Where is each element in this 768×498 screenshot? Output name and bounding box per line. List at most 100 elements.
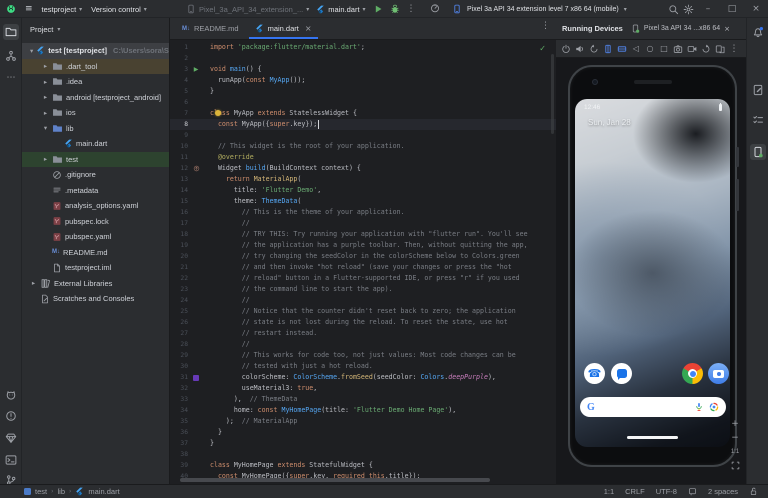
code-line[interactable]: 9 — [170, 130, 556, 141]
horizontal-scrollbar[interactable] — [170, 478, 556, 483]
chevron-collapsed-icon[interactable]: ▸ — [30, 279, 37, 287]
code-line[interactable]: 38 — [170, 449, 556, 460]
tree-item-README.md[interactable]: M↓README.md — [22, 245, 169, 261]
tree-item-.metadata[interactable]: .metadata — [22, 183, 169, 199]
overriding-method-gutter-icon[interactable] — [191, 163, 201, 174]
code-line[interactable]: 14 title: 'Flutter Demo', — [170, 185, 556, 196]
code-line[interactable]: 31 colorScheme: ColorScheme.fromSeed(see… — [170, 372, 556, 383]
stripe-button-logcat[interactable] — [3, 386, 19, 402]
code-line[interactable]: 24 // — [170, 295, 556, 306]
code-line[interactable]: 6 — [170, 97, 556, 108]
run-configuration-selector[interactable]: main.dart ▾ — [316, 5, 365, 14]
code-line[interactable]: 19 // the application has a purple toolb… — [170, 240, 556, 251]
close-tab-icon[interactable]: × — [305, 24, 312, 33]
phone-app-icon[interactable]: ☎ — [584, 363, 605, 384]
code-line[interactable]: 7class MyApp extends StatelessWidget { — [170, 108, 556, 119]
intention-bulb-icon[interactable] — [215, 110, 221, 116]
messages-app-icon[interactable] — [611, 363, 632, 384]
zoom-reset-button[interactable]: 1:1 — [731, 446, 739, 457]
code-line[interactable]: 35 ); // MaterialApp — [170, 416, 556, 427]
code-line[interactable]: 15 theme: ThemeData( — [170, 196, 556, 207]
record-icon[interactable] — [686, 43, 698, 55]
chevron-collapsed-icon[interactable]: ▸ — [42, 109, 49, 117]
stripe-button-project-folder[interactable] — [3, 24, 19, 40]
tree-item-testproject.iml[interactable]: testproject.iml — [22, 260, 169, 276]
tree-item-.idea[interactable]: ▸.idea — [22, 74, 169, 90]
chevron-expanded-icon[interactable]: ▾ — [30, 47, 33, 55]
code-line[interactable]: 10 // This widget is the root of your ap… — [170, 141, 556, 152]
more-actions-icon[interactable]: ⋮ — [407, 4, 416, 14]
code-line[interactable]: 2 — [170, 53, 556, 64]
tree-item-analysis_options.yaml[interactable]: analysis_options.yaml — [22, 198, 169, 214]
multi-display-icon[interactable] — [714, 43, 726, 55]
version-control-button[interactable]: Version control ▾ — [91, 5, 147, 14]
code-line[interactable]: 29 // This works for code too, not just … — [170, 350, 556, 361]
overview-icon[interactable]: □ — [658, 43, 670, 55]
stripe-button-layout-inspector[interactable] — [750, 82, 766, 98]
camera-app-icon[interactable] — [708, 363, 729, 384]
stripe-button-more-horizontal[interactable]: ⋯ — [3, 70, 19, 86]
home-icon[interactable]: ○ — [644, 43, 656, 55]
code-line[interactable]: 36 } — [170, 427, 556, 438]
code-line[interactable]: 13 return MaterialApp( — [170, 174, 556, 185]
tree-item-.gitignore[interactable]: .gitignore — [22, 167, 169, 183]
editor-tab-README.md[interactable]: M↓README.md — [174, 18, 247, 39]
phone-screen[interactable]: 12:46 Sun, Jan 28 ☎ G — [575, 99, 730, 447]
chevron-collapsed-icon[interactable]: ▸ — [42, 62, 49, 70]
stripe-button-notifications[interactable] — [750, 24, 766, 40]
tree-item-main.dart[interactable]: main.dart — [22, 136, 169, 152]
chevron-collapsed-icon[interactable]: ▸ — [42, 78, 49, 86]
chrome-app-icon[interactable] — [682, 363, 703, 384]
file-encoding-widget[interactable]: UTF-8 — [656, 487, 677, 496]
window-minimize-button[interactable]: – — [698, 0, 718, 18]
zoom-in-button[interactable]: + — [731, 418, 739, 429]
editor-tab-main.dart[interactable]: main.dart× — [247, 18, 320, 39]
home-indicator[interactable] — [627, 436, 678, 439]
code-line[interactable]: 3▶void main() { — [170, 64, 556, 75]
tree-item-pubspec.lock[interactable]: pubspec.lock — [22, 214, 169, 230]
tree-item-ios[interactable]: ▸ios — [22, 105, 169, 121]
code-line[interactable]: 11 @override — [170, 152, 556, 163]
code-line[interactable]: 4 runApp(const MyApp()); — [170, 75, 556, 86]
tree-item-test[interactable]: ▸test — [22, 152, 169, 168]
code-line[interactable]: 33 ), // ThemeData — [170, 394, 556, 405]
stripe-button-terminal[interactable] — [3, 452, 19, 468]
power-icon[interactable] — [560, 43, 572, 55]
window-maximize-button[interactable]: □ — [722, 0, 742, 18]
code-line[interactable]: 25 // Notice that the counter didn't res… — [170, 306, 556, 317]
color-preview-gutter-icon[interactable] — [191, 372, 201, 383]
rotate-left-icon[interactable] — [588, 43, 600, 55]
code-line[interactable]: 32 useMaterial3: true, — [170, 383, 556, 394]
tree-item-lib[interactable]: ▾lib — [22, 121, 169, 137]
indent-widget[interactable]: 2 spaces — [708, 487, 738, 496]
code-line[interactable]: 28 // — [170, 339, 556, 350]
tree-item-android[interactable]: ▸android [testproject_android] — [22, 90, 169, 106]
chevron-expanded-icon[interactable]: ▾ — [42, 124, 49, 132]
restart-icon[interactable] — [700, 43, 712, 55]
stripe-button-running-devices[interactable] — [750, 144, 766, 160]
chevron-collapsed-icon[interactable]: ▸ — [42, 155, 49, 163]
phone-date-widget[interactable]: Sun, Jan 28 — [588, 118, 631, 127]
code-line[interactable]: 39class MyHomePage extends StatefulWidge… — [170, 460, 556, 471]
profiler-icon[interactable] — [430, 3, 440, 13]
fold-landscape-icon[interactable] — [616, 43, 628, 55]
stripe-button-app-quality-insights[interactable] — [3, 430, 19, 446]
volume-icon[interactable] — [574, 43, 586, 55]
back-icon[interactable]: ◁ — [630, 43, 642, 55]
line-separator-widget[interactable]: CRLF — [625, 487, 645, 496]
vertical-scrollbar[interactable] — [551, 54, 554, 134]
stripe-button-structure[interactable] — [3, 48, 19, 64]
code-line[interactable]: 26 // state is not lost during the reloa… — [170, 317, 556, 328]
code-line[interactable]: 12 Widget build(BuildContext context) { — [170, 163, 556, 174]
settings-gear-icon[interactable] — [683, 4, 694, 15]
breadcrumb-main-dart[interactable]: main.dart — [88, 487, 119, 496]
tree-item-Scratches[interactable]: Scratches and Consoles — [22, 291, 169, 307]
breadcrumb-lib[interactable]: lib — [58, 487, 66, 496]
chevron-collapsed-icon[interactable]: ▸ — [42, 93, 49, 101]
code-line[interactable]: 21 // and then invoke "hot reload" (save… — [170, 262, 556, 273]
code-line[interactable]: 23 // the command line to start the app)… — [170, 284, 556, 295]
project-name-button[interactable]: testproject ▾ — [42, 5, 83, 14]
stripe-button-device-checklist[interactable] — [750, 112, 766, 128]
editor-widget-icon[interactable] — [688, 487, 697, 496]
inspections-ok-icon[interactable]: ✓ — [539, 44, 546, 53]
